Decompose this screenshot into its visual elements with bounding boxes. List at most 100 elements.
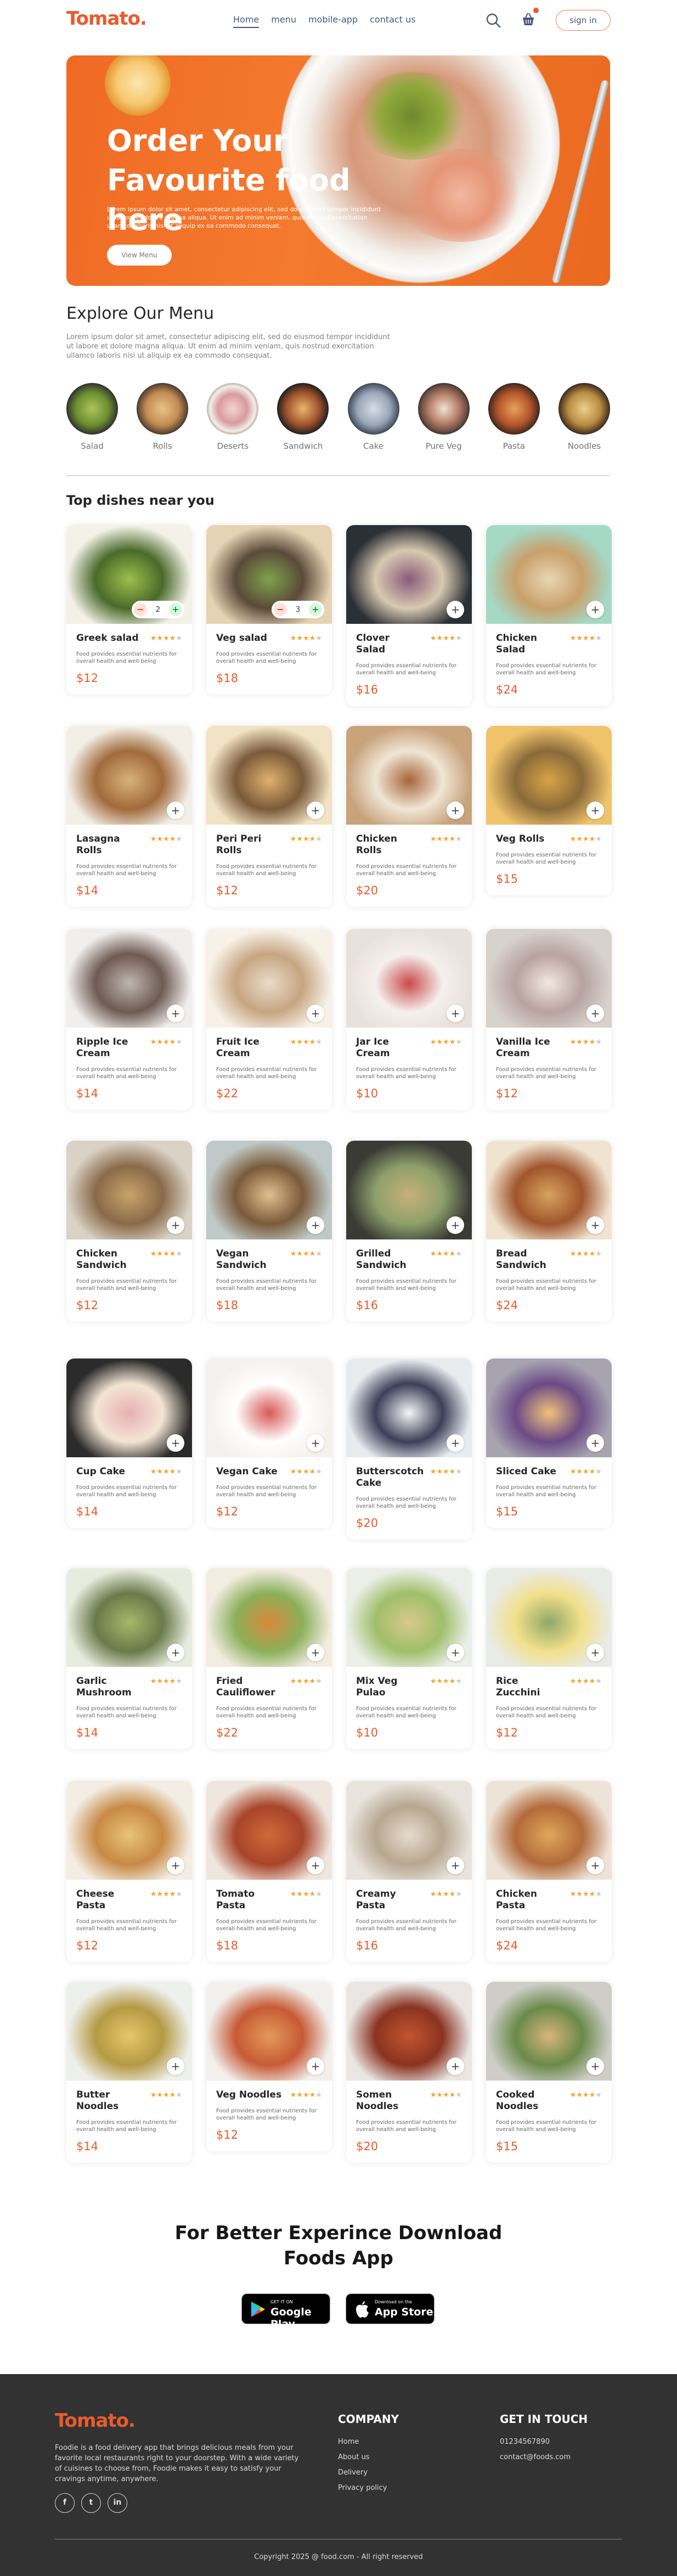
basket-icon[interactable] [520,11,537,27]
contact-phone[interactable]: 01234567890 [500,2434,571,2450]
add-to-cart-icon[interactable]: + [307,1857,324,1874]
search-icon[interactable] [485,12,501,29]
add-to-cart-icon[interactable]: + [167,1216,184,1234]
linkedin-icon[interactable]: in [108,2493,127,2513]
logo[interactable]: Tomato. [66,8,147,30]
add-icon[interactable]: + [309,603,322,616]
food-card[interactable]: + Cooked Noodles ★★★★★ Food provides essent… [486,1982,612,2163]
food-card[interactable]: −3 + Veg salad ★★★★★ Food provides essential… [206,525,332,695]
nav-link-menu[interactable]: menu [271,14,296,28]
food-card[interactable]: + Fried Cauliflower ★★★★★ Food provides ess… [206,1568,332,1749]
food-card[interactable]: + Peri Peri Rolls ★★★★★ Food provides essen… [206,726,332,907]
food-card[interactable]: + Ripple Ice Cream ★★★★★ Food provides esse… [66,929,192,1110]
food-card[interactable]: + Veg Rolls ★★★★★ Food provides essential n… [486,726,612,895]
add-to-cart-icon[interactable]: + [167,802,184,819]
add-to-cart-icon[interactable]: + [167,1644,184,1661]
remove-icon[interactable]: − [274,603,287,616]
add-to-cart-icon[interactable]: + [167,1434,184,1452]
add-to-cart-icon[interactable]: + [307,1005,324,1022]
food-card[interactable]: + Chicken Sandwich ★★★★★ Food provides esse… [66,1141,192,1322]
food-card[interactable]: + Creamy Pasta ★★★★★ Food provides essentia… [346,1781,472,1962]
category-item-sandwich[interactable]: Sandwich [277,383,329,451]
footer-link-delivery[interactable]: Delivery [338,2465,387,2481]
category-item-salad[interactable]: Salad [66,383,118,451]
food-card[interactable]: + Vegan Sandwich ★★★★★ Food provides essent… [206,1141,332,1322]
category-item-deserts[interactable]: Deserts [207,383,259,451]
sign-in-button[interactable]: sign in [556,10,611,31]
add-to-cart-icon[interactable]: + [447,1644,464,1661]
add-to-cart-icon[interactable]: + [307,1644,324,1661]
add-to-cart-icon[interactable]: + [586,1434,604,1452]
food-card[interactable]: + Fruit Ice Cream ★★★★★ Food provides essen… [206,929,332,1110]
add-to-cart-icon[interactable]: + [307,802,324,819]
food-card[interactable]: + Clover Salad ★★★★★ Food provides essentia… [346,525,472,706]
add-to-cart-icon[interactable]: + [586,1216,604,1234]
add-to-cart-icon[interactable]: + [167,2058,184,2075]
food-card[interactable]: + Bread Sandwich ★★★★★ Food provides essent… [486,1141,612,1322]
add-to-cart-icon[interactable]: + [586,802,604,819]
food-card[interactable]: −2 + Greek salad ★★★★★ Food provides essenti… [66,525,192,695]
food-card[interactable]: + Sliced Cake ★★★★★ Food provides essential… [486,1359,612,1528]
add-to-cart-icon[interactable]: + [586,2058,604,2075]
add-to-cart-icon[interactable]: + [307,1216,324,1234]
food-card[interactable]: + Grilled Sandwich ★★★★★ Food provides esse… [346,1141,472,1322]
food-card[interactable]: + Rice Zucchini ★★★★★ Food provides essenti… [486,1568,612,1749]
food-card[interactable]: + Tomato Pasta ★★★★★ Food provides essentia… [206,1781,332,1962]
food-card[interactable]: + Cup Cake ★★★★★ Food provides essential nu… [66,1359,192,1528]
add-to-cart-icon[interactable]: + [307,2058,324,2075]
nav-link-mobile-app[interactable]: mobile-app [308,14,358,28]
food-card[interactable]: + Garlic Mushroom ★★★★★ Food provides essen… [66,1568,192,1749]
add-to-cart-icon[interactable]: + [167,1857,184,1874]
add-to-cart-icon[interactable]: + [447,1216,464,1234]
footer-link-privacy-policy[interactable]: Privacy policy [338,2481,387,2496]
add-to-cart-icon[interactable]: + [447,1857,464,1874]
add-to-cart-icon[interactable]: + [447,601,464,618]
category-item-rolls[interactable]: Rolls [137,383,189,451]
add-to-cart-icon[interactable]: + [586,601,604,618]
add-to-cart-icon[interactable]: + [447,2058,464,2075]
add-to-cart-icon[interactable]: + [447,1434,464,1452]
add-to-cart-icon[interactable]: + [586,1644,604,1661]
add-to-cart-icon[interactable]: + [586,1857,604,1874]
add-to-cart-icon[interactable]: + [447,1005,464,1022]
food-card[interactable]: + Lasagna Rolls ★★★★★ Food provides essenti… [66,726,192,907]
google-play-button[interactable]: GET IT ON Google Play [241,2293,330,2330]
food-card[interactable]: + Somen Noodles ★★★★★ Food provides essenti… [346,1982,472,2163]
food-card[interactable]: + Chicken Pasta ★★★★★ Food provides essenti… [486,1781,612,1962]
add-to-cart-icon[interactable]: + [167,1005,184,1022]
view-menu-button[interactable]: View Menu [107,245,172,266]
food-card[interactable]: + Butter Noodles ★★★★★ Food provides essent… [66,1982,192,2163]
category-item-cake[interactable]: Cake [347,383,399,451]
food-card[interactable]: + Vanilla Ice Cream ★★★★★ Food provides ess… [486,929,612,1110]
footer-link-home[interactable]: Home [338,2434,387,2450]
food-card[interactable]: + Jar Ice Cream ★★★★★ Food provides essenti… [346,929,472,1110]
app-download-title-line-2: Foods App [284,2247,393,2269]
category-item-pure-veg[interactable]: Pure Veg [418,383,470,451]
facebook-icon[interactable]: f [55,2493,75,2513]
nav-link-home[interactable]: Home [233,14,259,28]
food-card[interactable]: + Mix Veg Pulao ★★★★★ Food provides essenti… [346,1568,472,1749]
footer-link-about-us[interactable]: About us [338,2450,387,2465]
rating-stars-icon: ★★★★★ [290,1038,322,1046]
add-to-cart-icon[interactable]: + [586,1005,604,1022]
food-card[interactable]: + Butterscotch Cake ★★★★★ Food provides ess… [346,1359,472,1540]
add-icon[interactable]: + [169,603,182,616]
food-image: + [346,1982,472,2081]
add-to-cart-icon[interactable]: + [447,802,464,819]
food-card[interactable]: + Veg Noodles ★★★★★ Food provides essential… [206,1982,332,2151]
contact-email[interactable]: contact@foods.com [500,2450,571,2465]
food-card-body: Tomato Pasta ★★★★★ Food provides essential… [206,1880,332,1962]
food-card[interactable]: + Chicken Salad ★★★★★ Food provides essenti… [486,525,612,706]
app-store-button[interactable]: Download on the App Store [346,2293,435,2324]
remove-icon[interactable]: − [134,603,147,616]
category-item-noodles[interactable]: Noodles [558,383,610,451]
footer-logo[interactable]: Tomato. [55,2410,136,2432]
food-card[interactable]: + Cheese Pasta ★★★★★ Food provides essentia… [66,1781,192,1962]
nav-link-contact-us[interactable]: contact us [370,14,415,28]
food-card[interactable]: + Vegan Cake ★★★★★ Food provides essential … [206,1359,332,1528]
twitter-icon[interactable]: t [81,2493,101,2513]
food-image: + [206,1568,332,1667]
add-to-cart-icon[interactable]: + [307,1434,324,1452]
food-card[interactable]: + Chicken Rolls ★★★★★ Food provides essenti… [346,726,472,907]
category-item-pasta[interactable]: Pasta [488,383,540,451]
